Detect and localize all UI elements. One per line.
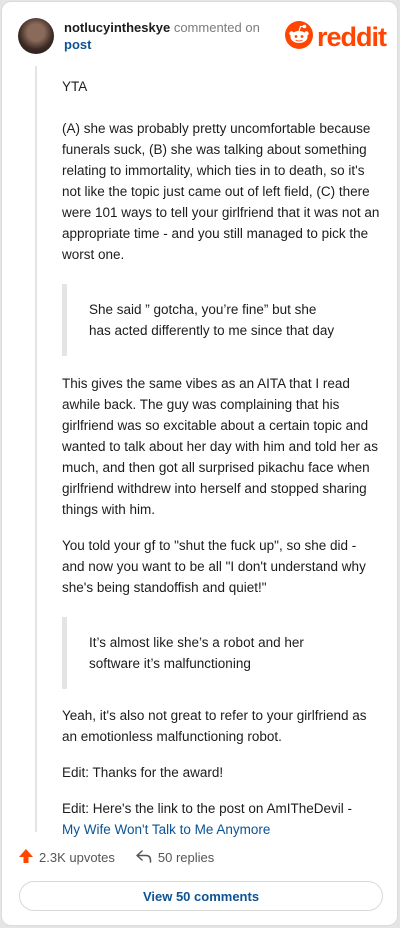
comment-paragraph: Edit: Here's the link to the post on AmI…	[62, 798, 382, 840]
comment-header: notlucyintheskye commented on post reddi…	[18, 18, 387, 58]
reddit-logo-icon	[284, 20, 313, 54]
comment-meta: notlucyintheskye commented on post	[64, 19, 260, 53]
blockquote: It’s almost like she’s a robot and her s…	[62, 617, 382, 689]
reddit-logo[interactable]: reddit	[284, 20, 387, 54]
quote-text: She said ” gotcha, you’re fine” but she …	[89, 302, 335, 338]
username[interactable]: notlucyintheskye	[64, 20, 170, 35]
comment-paragraph: Edit: Thanks for the award!	[62, 765, 224, 780]
comment-paragraph: You told your gf to "shut the fuck up", …	[62, 538, 366, 595]
avatar[interactable]	[18, 18, 54, 54]
post-title-link[interactable]: My Wife Won't Talk to Me Anymore	[62, 822, 270, 837]
reply-arrow-icon	[135, 848, 152, 867]
comment-paragraph: (A) she was probably pretty uncomfortabl…	[62, 121, 380, 262]
upvote-arrow-icon	[18, 848, 34, 867]
comment-paragraph: This gives the same vibes as an AITA tha…	[62, 376, 378, 517]
action-text: commented on	[173, 20, 260, 35]
edit-text: Edit: Here's the link to the post on AmI…	[62, 801, 352, 816]
comment-body: YTA (A) she was probably pretty uncomfor…	[62, 76, 382, 840]
comment-paragraph: Yeah, it's also not great to refer to yo…	[62, 708, 367, 744]
post-link[interactable]: post	[64, 37, 91, 52]
upvote-count: 2.3K upvotes	[39, 849, 115, 865]
comment-paragraph: YTA	[62, 79, 88, 94]
replies-count: 50 replies	[157, 849, 215, 865]
comment-actions: 2.3K upvotes 50 replies	[18, 847, 214, 867]
blockquote: She said ” gotcha, you’re fine” but she …	[62, 284, 382, 356]
comment-card: notlucyintheskye commented on post reddi…	[1, 1, 398, 926]
view-comments-button[interactable]: View 50 comments	[19, 881, 383, 911]
replies-button[interactable]: 50 replies	[135, 848, 214, 867]
upvote-button[interactable]: 2.3K upvotes	[18, 848, 115, 867]
thread-line[interactable]	[35, 66, 37, 832]
reddit-logo-text: reddit	[316, 21, 387, 52]
quote-text: It’s almost like she’s a robot and her s…	[89, 635, 304, 671]
